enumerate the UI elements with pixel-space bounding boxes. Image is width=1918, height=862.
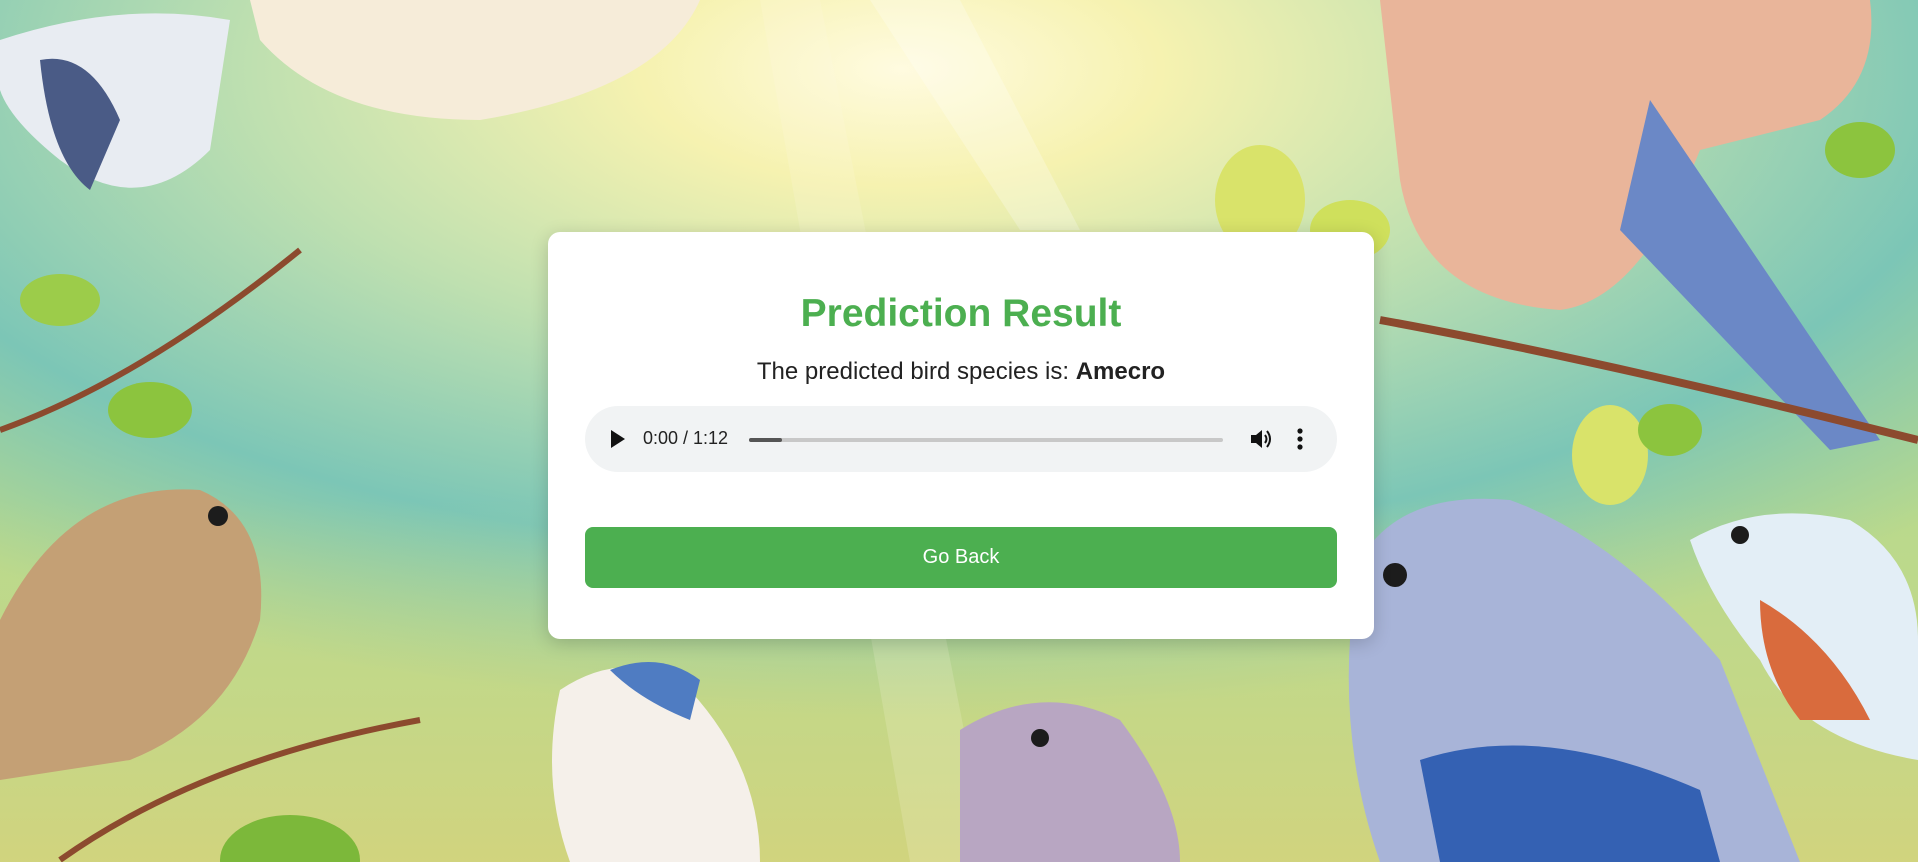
- more-options-icon[interactable]: [1294, 426, 1306, 452]
- audio-progress-fill: [749, 437, 783, 442]
- prediction-label: The predicted bird species is:: [756, 358, 1076, 385]
- audio-player[interactable]: 0:00 / 1:12: [585, 405, 1337, 472]
- page-title: Prediction Result: [800, 292, 1122, 335]
- play-icon[interactable]: [611, 429, 625, 448]
- prediction-text: The predicted bird species is: Amecro: [585, 358, 1337, 387]
- audio-seek-bar[interactable]: [749, 437, 1223, 442]
- audio-time: 0:00 / 1:12: [643, 427, 729, 448]
- predicted-species: Amecro: [1075, 358, 1166, 385]
- result-card: Prediction Result The predicted bird spe…: [548, 232, 1374, 639]
- go-back-button[interactable]: Go Back: [585, 526, 1337, 588]
- volume-icon[interactable]: [1249, 428, 1273, 450]
